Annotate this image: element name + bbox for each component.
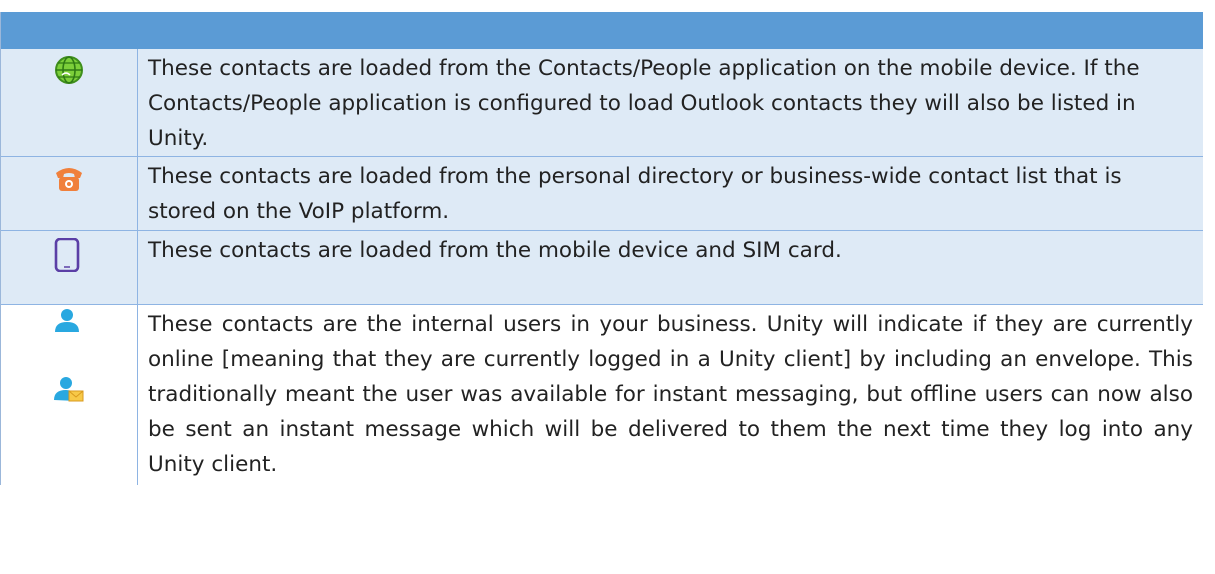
- icon-cell: [1, 49, 138, 156]
- phone-icon: [54, 164, 84, 192]
- table-row: These contacts are loaded from the perso…: [1, 157, 1203, 231]
- user-icon: [54, 307, 80, 333]
- mobile-device-icon: [54, 238, 80, 272]
- row-description: These contacts are the internal users in…: [148, 312, 1193, 477]
- row-description: These contacts are loaded from the mobil…: [148, 238, 842, 263]
- icon-cell: [1, 305, 138, 485]
- icon-cell: [1, 157, 138, 230]
- globe-icon: [54, 55, 84, 85]
- table-header: [1, 12, 1203, 49]
- table-row: These contacts are the internal users in…: [1, 305, 1203, 485]
- row-description: These contacts are loaded from the perso…: [148, 164, 1122, 224]
- row-description: These contacts are loaded from the Conta…: [148, 56, 1140, 151]
- contact-sources-table: These contacts are loaded from the Conta…: [0, 12, 1203, 485]
- table-row: These contacts are loaded from the mobil…: [1, 231, 1203, 305]
- user-envelope-icon: [54, 375, 84, 403]
- table-row: These contacts are loaded from the Conta…: [1, 49, 1203, 157]
- icon-cell: [1, 231, 138, 304]
